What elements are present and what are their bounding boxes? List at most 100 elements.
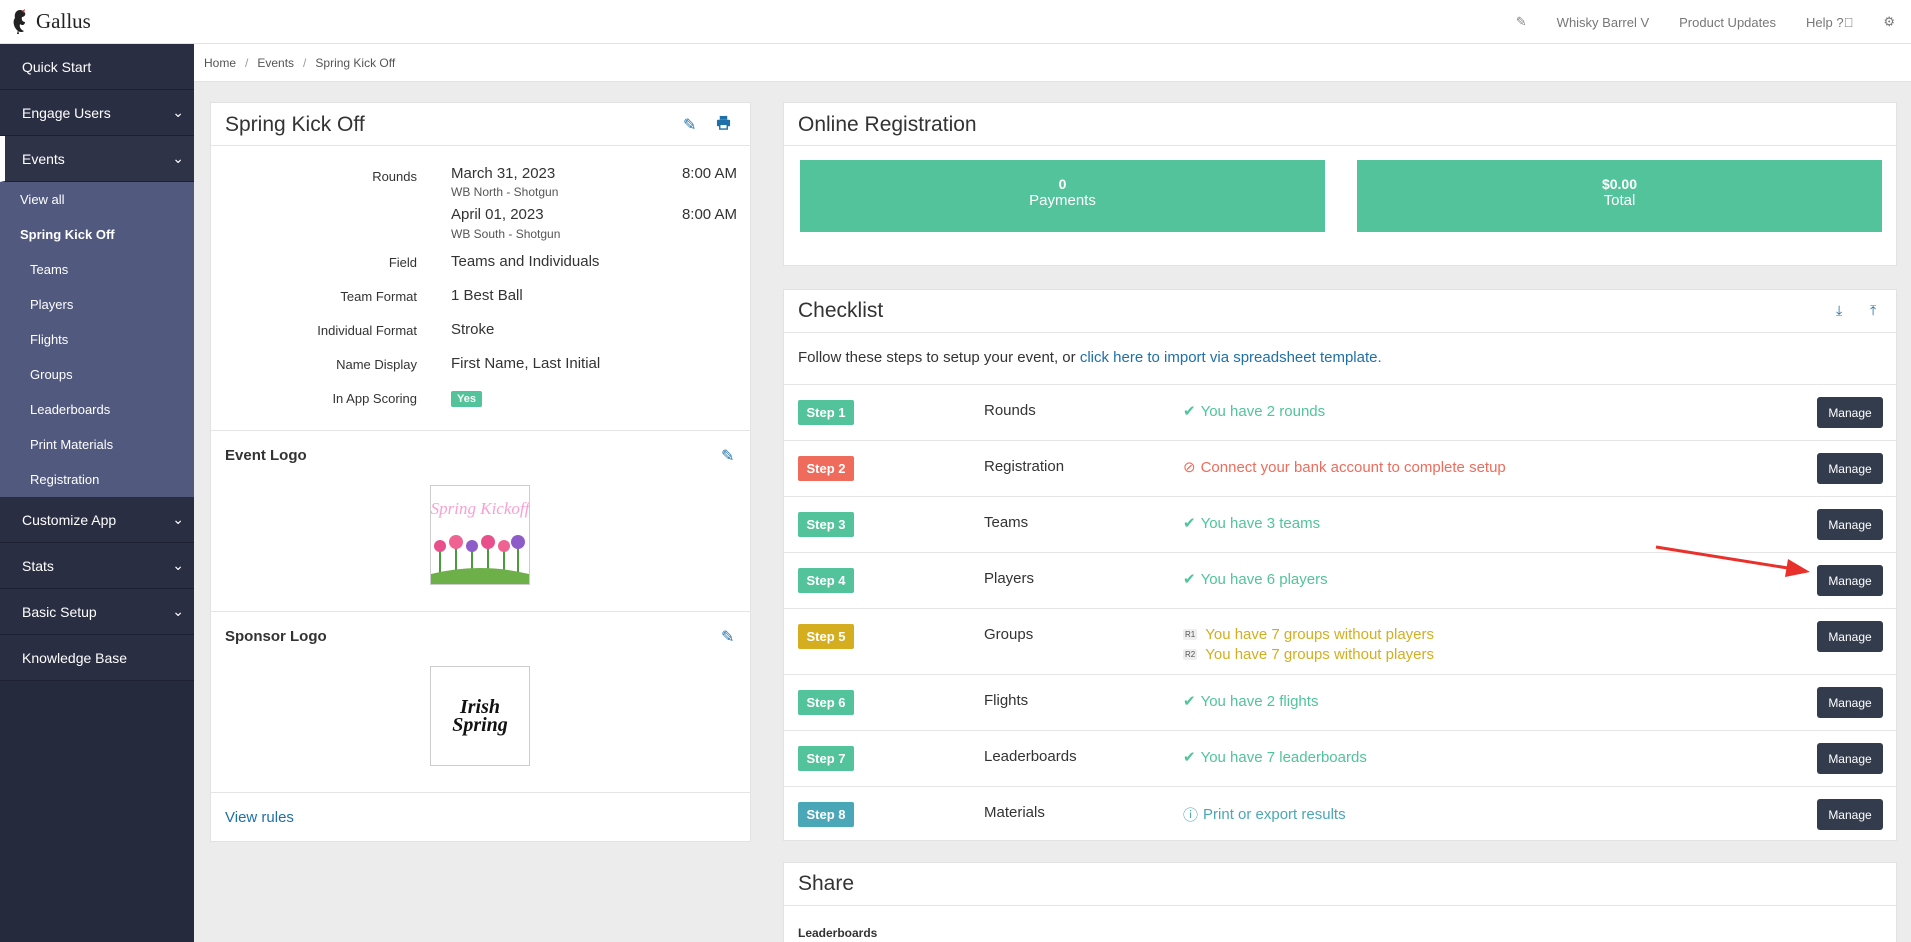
event-logo-label: Event Logo <box>225 447 307 464</box>
breadcrumb-separator: / <box>245 55 249 70</box>
individual-format-label: Individual Format <box>317 323 417 338</box>
team-format-value: 1 Best Ball <box>451 287 523 304</box>
breadcrumb-home[interactable]: Home <box>204 56 236 70</box>
sidebar-sub-print-materials[interactable]: Print Materials <box>0 427 194 462</box>
sidebar-sub-groups[interactable]: Groups <box>0 357 194 392</box>
field-label: Field <box>388 255 417 270</box>
sidebar-item-events[interactable]: Events ⌄ <box>0 136 194 182</box>
sidebar-item-knowledge-base[interactable]: Knowledge Base <box>0 635 194 681</box>
manage-leaderboards-button[interactable]: Manage <box>1817 743 1883 774</box>
rooster-icon <box>13 9 26 34</box>
sidebar-item-basic-setup[interactable]: Basic Setup ⌄ <box>0 589 194 635</box>
print-icon[interactable] <box>716 115 731 134</box>
sidebar-sub-teams[interactable]: Teams <box>0 252 194 287</box>
registration-title: Online Registration <box>798 113 977 136</box>
sidebar-sub-spring-kick-off[interactable]: Spring Kick Off <box>0 217 194 252</box>
sidebar-sub-view-all[interactable]: View all <box>0 182 194 217</box>
step-status: ✔ You have 3 teams <box>1183 514 1320 533</box>
divider <box>211 792 751 793</box>
status-badge: Yes <box>451 391 482 407</box>
step-status: ⓘ Print or export results <box>1183 804 1346 825</box>
brand-logo[interactable]: Gallus <box>10 8 91 34</box>
sidebar-sub-registration[interactable]: Registration <box>0 462 194 497</box>
check-circle-icon: ✔ <box>1183 749 1196 766</box>
share-title: Share <box>798 872 855 895</box>
divider <box>211 430 751 431</box>
sidebar-sub-players[interactable]: Players <box>0 287 194 322</box>
total-amount: $0.00 <box>1601 176 1638 192</box>
name-display-value: First Name, Last Initial <box>451 355 601 372</box>
step-name: Groups <box>984 626 1034 643</box>
import-spreadsheet-link[interactable]: click here to import via spreadsheet tem… <box>1080 349 1382 366</box>
team-format-label: Team Format <box>340 289 417 304</box>
step-name: Leaderboards <box>984 748 1077 765</box>
sponsor-logo-image: Irish Spring <box>430 666 530 766</box>
step-status: ⊘ Connect your bank account to complete s… <box>1183 458 1506 477</box>
view-rules-link[interactable]: View rules <box>225 809 294 826</box>
events-submenu: View all Spring Kick Off Teams Players F… <box>0 182 194 497</box>
gear-icon[interactable]: ⚙ <box>1883 14 1895 30</box>
divider <box>784 332 1896 333</box>
check-circle-icon: ✔ <box>1183 571 1196 588</box>
checklist-step-5: Step 5 Groups R1 You have 7 groups withou… <box>784 608 1896 674</box>
step-badge: Step 5 <box>798 624 854 649</box>
step-status-text: Connect your bank account to complete se… <box>1200 458 1506 476</box>
step-status-text: Print or export results <box>1203 806 1346 823</box>
step-status: ✔ You have 2 rounds <box>1183 402 1326 421</box>
divider <box>784 145 1896 146</box>
manage-groups-button[interactable]: Manage <box>1817 621 1883 652</box>
help-label: Help <box>1805 14 1833 30</box>
edit-pencil-icon[interactable]: ✎ <box>721 446 734 466</box>
round-2-time: 8:00 AM <box>681 206 737 223</box>
print-icon-svg <box>716 115 731 130</box>
account-link[interactable]: Whisky Barrel V <box>1557 15 1649 30</box>
step-status: ✔ You have 7 leaderboards <box>1183 748 1367 767</box>
round-1-date: March 31, 2023 <box>451 165 556 182</box>
sidebar-item-engage-users[interactable]: Engage Users ⌄ <box>0 90 194 136</box>
step-name: Registration <box>984 458 1065 475</box>
manage-rounds-button[interactable]: Manage <box>1817 397 1883 428</box>
manage-flights-button[interactable]: Manage <box>1817 687 1883 718</box>
step-status-text: You have 2 rounds <box>1200 402 1326 420</box>
question-circle-icon: ?⃝ <box>1836 14 1854 30</box>
total-label: Total <box>1603 192 1636 209</box>
breadcrumb-events[interactable]: Events <box>257 56 294 70</box>
import-icon[interactable]: ⤓ <box>1836 302 1842 319</box>
help-link[interactable]: Help ?⃝ <box>1806 15 1853 30</box>
ban-icon: ⊘ <box>1183 459 1196 476</box>
red-arrow-icon <box>1655 545 1810 577</box>
step-badge: Step 7 <box>798 746 854 771</box>
sponsor-logo-text: Irish Spring <box>452 696 508 736</box>
manage-teams-button[interactable]: Manage <box>1817 509 1883 540</box>
sidebar-sub-flights[interactable]: Flights <box>0 322 194 357</box>
divider <box>784 905 1896 906</box>
edit-pencil-icon[interactable]: ✎ <box>721 627 734 647</box>
share-leaderboards-label: Leaderboards <box>798 926 878 940</box>
sidebar-item-label: Stats <box>22 557 54 574</box>
brand-name: Gallus <box>36 8 91 33</box>
manage-players-button[interactable]: Manage <box>1817 565 1883 596</box>
online-registration-panel: Online Registration 0 Payments $0.00 Tot… <box>783 102 1897 266</box>
product-updates-link[interactable]: Product Updates <box>1679 15 1776 30</box>
step-name: Players <box>984 570 1035 587</box>
edit-pencil-icon[interactable]: ✎ <box>683 115 696 135</box>
export-icon[interactable]: ⤒ <box>1870 302 1876 319</box>
step-status-r2: R2 You have 7 groups without players <box>1183 646 1434 663</box>
round-2-course: WB South - Shotgun <box>451 227 561 241</box>
step-badge: Step 4 <box>798 568 854 593</box>
event-title: Spring Kick Off <box>225 113 365 136</box>
sidebar-item-label: Customize App <box>22 511 117 528</box>
round-tag: R2 <box>1183 649 1198 660</box>
info-circle-icon: ⓘ <box>1183 807 1199 824</box>
manage-materials-button[interactable]: Manage <box>1817 799 1883 830</box>
edit-pencil-icon[interactable]: ✎ <box>1516 14 1527 30</box>
sidebar-sub-leaderboards[interactable]: Leaderboards <box>0 392 194 427</box>
step-status-text: You have 7 groups without players <box>1205 646 1434 663</box>
step-status-r1: R1 You have 7 groups without players <box>1183 626 1434 643</box>
manage-registration-button[interactable]: Manage <box>1817 453 1883 484</box>
checklist-step-2: Step 2 Registration ⊘ Connect your bank a… <box>784 440 1896 496</box>
sidebar-item-customize-app[interactable]: Customize App ⌄ <box>0 497 194 543</box>
sidebar-item-stats[interactable]: Stats ⌄ <box>0 543 194 589</box>
sponsor-logo-label: Sponsor Logo <box>225 628 327 645</box>
sidebar-item-quick-start[interactable]: Quick Start <box>0 44 194 90</box>
